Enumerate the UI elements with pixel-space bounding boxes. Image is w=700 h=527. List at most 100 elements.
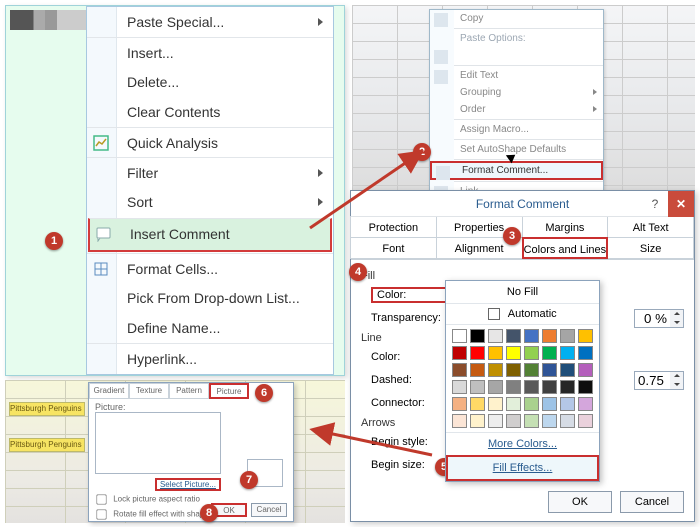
- menu-clear-contents[interactable]: Clear Contents: [87, 97, 333, 127]
- color-swatch[interactable]: [452, 380, 467, 394]
- color-swatch[interactable]: [524, 363, 539, 377]
- menu-filter[interactable]: Filter: [87, 157, 333, 187]
- menu-order[interactable]: Order: [430, 101, 603, 118]
- more-colors-option[interactable]: More Colors...: [446, 432, 599, 455]
- color-swatch[interactable]: [542, 346, 557, 360]
- color-swatch[interactable]: [506, 414, 521, 428]
- close-button[interactable]: ✕: [668, 191, 694, 217]
- color-swatch[interactable]: [560, 346, 575, 360]
- color-swatch[interactable]: [506, 380, 521, 394]
- checkbox[interactable]: [96, 509, 106, 519]
- color-swatch[interactable]: [488, 329, 503, 343]
- color-swatch[interactable]: [488, 346, 503, 360]
- menu-define-name[interactable]: Define Name...: [87, 313, 333, 343]
- select-picture-button[interactable]: Select Picture...: [155, 478, 221, 491]
- color-swatch[interactable]: [470, 329, 485, 343]
- color-swatch[interactable]: [470, 363, 485, 377]
- color-swatch[interactable]: [524, 380, 539, 394]
- color-swatch[interactable]: [542, 329, 557, 343]
- cancel-button[interactable]: Cancel: [251, 503, 287, 517]
- color-swatch[interactable]: [524, 414, 539, 428]
- menu-insert[interactable]: Insert...: [87, 37, 333, 67]
- tab-margins[interactable]: Margins: [522, 216, 609, 238]
- color-swatch[interactable]: [506, 363, 521, 377]
- color-swatch[interactable]: [506, 329, 521, 343]
- menu-format-cells[interactable]: Format Cells...: [87, 253, 333, 283]
- color-swatch[interactable]: [470, 346, 485, 360]
- menu-hyperlink[interactable]: Hyperlink...: [87, 343, 333, 373]
- menu-label: Insert Comment: [130, 226, 230, 242]
- transparency-spinner[interactable]: [634, 309, 684, 328]
- color-swatch[interactable]: [470, 397, 485, 411]
- menu-edit-text[interactable]: Edit Text: [430, 67, 603, 84]
- chevron-right-icon: [593, 89, 597, 95]
- transparency-value[interactable]: [634, 309, 670, 328]
- no-fill-option[interactable]: No Fill: [446, 281, 599, 304]
- color-swatch[interactable]: [452, 346, 467, 360]
- menu-pick-from-list[interactable]: Pick From Drop-down List...: [87, 283, 333, 313]
- tab-colors-and-lines[interactable]: Colors and Lines: [522, 237, 609, 259]
- ok-button[interactable]: OK: [548, 491, 612, 513]
- menu-grouping[interactable]: Grouping: [430, 84, 603, 101]
- color-swatch[interactable]: [488, 414, 503, 428]
- menu-assign-macro[interactable]: Assign Macro...: [430, 121, 603, 138]
- color-swatch[interactable]: [452, 397, 467, 411]
- tab-picture[interactable]: Picture: [209, 383, 249, 399]
- color-swatch[interactable]: [470, 414, 485, 428]
- color-swatch[interactable]: [578, 346, 593, 360]
- color-swatch[interactable]: [542, 380, 557, 394]
- color-swatch[interactable]: [452, 414, 467, 428]
- color-swatch[interactable]: [560, 363, 575, 377]
- shape-context-menu: Copy Paste Options: Edit Text Grouping O…: [429, 9, 604, 201]
- color-swatch[interactable]: [560, 397, 575, 411]
- fill-effects-option[interactable]: Fill Effects...: [446, 455, 599, 481]
- color-swatch[interactable]: [488, 397, 503, 411]
- menu-quick-analysis[interactable]: Quick Analysis: [87, 127, 333, 157]
- checkbox[interactable]: [96, 494, 106, 504]
- menu-sort[interactable]: Sort: [87, 187, 333, 217]
- menu-delete[interactable]: Delete...: [87, 67, 333, 97]
- color-swatch[interactable]: [578, 363, 593, 377]
- tab-texture[interactable]: Texture: [129, 383, 169, 399]
- color-swatch[interactable]: [524, 397, 539, 411]
- color-swatch[interactable]: [452, 329, 467, 343]
- menu-paste-special[interactable]: Paste Special...: [87, 7, 333, 37]
- step-badge-1: 1: [45, 232, 63, 250]
- paste-option-icon-row[interactable]: [430, 47, 603, 64]
- tab-gradient[interactable]: Gradient: [89, 383, 129, 399]
- tab-font[interactable]: Font: [350, 237, 437, 259]
- color-swatch[interactable]: [560, 329, 575, 343]
- color-swatch[interactable]: [506, 397, 521, 411]
- color-swatch[interactable]: [542, 363, 557, 377]
- help-button[interactable]: ?: [642, 191, 668, 217]
- tab-size[interactable]: Size: [607, 237, 694, 259]
- color-swatch[interactable]: [470, 380, 485, 394]
- color-swatch[interactable]: [560, 380, 575, 394]
- color-swatch[interactable]: [488, 380, 503, 394]
- color-swatch[interactable]: [506, 346, 521, 360]
- menu-copy[interactable]: Copy: [430, 10, 603, 27]
- color-swatch[interactable]: [452, 363, 467, 377]
- spin-down[interactable]: [670, 380, 683, 389]
- color-swatch[interactable]: [542, 397, 557, 411]
- color-swatch[interactable]: [578, 380, 593, 394]
- line-weight-spinner[interactable]: [634, 371, 684, 390]
- menu-insert-comment[interactable]: Insert Comment: [88, 218, 332, 252]
- color-swatch[interactable]: [488, 363, 503, 377]
- cancel-button[interactable]: Cancel: [620, 491, 684, 513]
- tab-alt-text[interactable]: Alt Text: [607, 216, 694, 238]
- color-swatch[interactable]: [542, 414, 557, 428]
- automatic-color-option[interactable]: Automatic: [446, 304, 599, 325]
- color-swatch[interactable]: [524, 346, 539, 360]
- tab-pattern[interactable]: Pattern: [169, 383, 209, 399]
- line-weight-value[interactable]: [634, 371, 670, 390]
- spin-down[interactable]: [670, 318, 683, 327]
- color-swatch[interactable]: [560, 414, 575, 428]
- color-swatch[interactable]: [578, 397, 593, 411]
- tab-protection[interactable]: Protection: [350, 216, 437, 238]
- color-swatch[interactable]: [524, 329, 539, 343]
- spin-up[interactable]: [670, 310, 683, 319]
- color-swatch[interactable]: [578, 329, 593, 343]
- spin-up[interactable]: [670, 372, 683, 381]
- color-swatch[interactable]: [578, 414, 593, 428]
